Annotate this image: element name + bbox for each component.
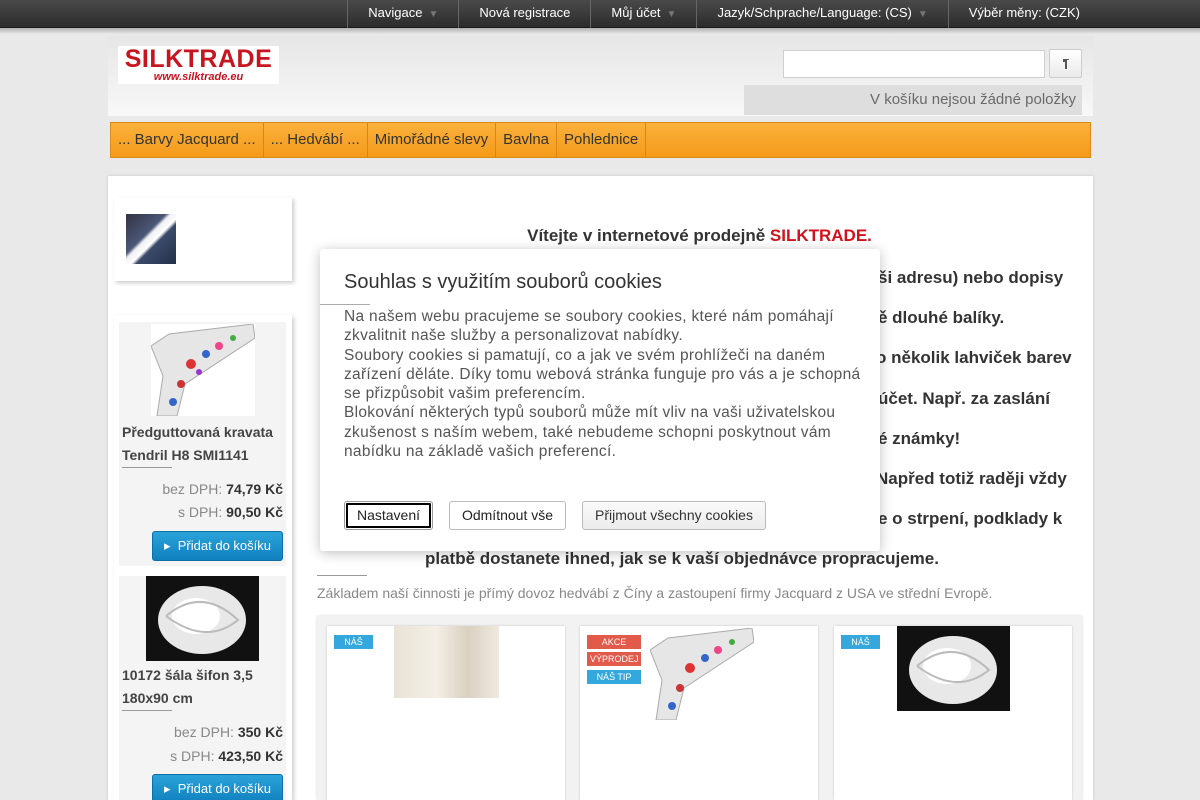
add-to-cart-button[interactable]: ▸ Přidat do košíku: [152, 774, 283, 800]
cookie-divider: [320, 304, 370, 305]
topnav-label: Nová registrace: [479, 5, 571, 20]
scarf-image: [158, 586, 246, 654]
category-bavlna[interactable]: Bavlna: [496, 123, 558, 157]
search-input[interactable]: [783, 50, 1045, 78]
topnav-label: Výběr měny: (CZK): [968, 5, 1080, 20]
price-net: bez DPH: 350 Kč: [174, 724, 283, 740]
category-bar: ... Barvy Jacquard ... ... Hedvábí ... M…: [110, 122, 1091, 158]
price-gross: s DPH: 423,50 Kč: [170, 748, 283, 764]
product-image[interactable]: [897, 626, 1010, 711]
welcome-text: Vítejte v internetové prodejně: [527, 226, 770, 245]
price-gross-value: 90,50 Kč: [226, 504, 283, 520]
price-gross-value: 423,50 Kč: [218, 748, 283, 764]
cart-icon: ▸: [164, 781, 178, 796]
content-line: platbě dostanete ihned, jak se k vaší ob…: [425, 549, 939, 568]
category-hedvabi[interactable]: ... Hedvábí ...: [264, 123, 368, 157]
content-line: e o strpení, podklady k: [878, 509, 1063, 528]
category-mimoradne-slevy[interactable]: Mimořádné slevy: [368, 123, 497, 157]
cookie-paragraph: Soubory cookies si pamatují, co a jak ve…: [344, 346, 861, 403]
cookie-accept-button[interactable]: Přijmout všechny cookies: [582, 501, 766, 530]
topnav-label: Navigace: [368, 5, 423, 20]
product-card[interactable]: AKCE VÝPRODEJ NÁŠ TIP: [580, 626, 818, 800]
content-line: é známky!: [878, 429, 961, 448]
tie-image: [649, 627, 755, 721]
add-to-cart-label: Přidat do košíku: [177, 538, 271, 553]
product-card[interactable]: NÁŠ TIP: [327, 626, 565, 800]
topnav-language[interactable]: Jazyk/Schprache/Language: (CS) ▼: [696, 0, 947, 28]
chevron-down-icon: ▼: [428, 9, 439, 20]
chevron-down-icon: ▼: [917, 9, 928, 20]
badge-tip: NÁŠ TIP: [334, 635, 373, 661]
cart-status[interactable]: V košíku nejsou žádné položky: [744, 85, 1082, 115]
sidebar-product: 10172 šála šifon 3,5 180x90 cm bez DPH: …: [119, 576, 286, 800]
site-logo[interactable]: SILKTRADE www.silktrade.eu: [118, 46, 279, 84]
topnav-label: Můj účet: [611, 5, 661, 20]
cookie-reject-button[interactable]: Odmítnout vše: [449, 501, 566, 530]
cookie-consent-dialog: Souhlas s využitím souborů cookies Na na…: [320, 249, 880, 551]
price-net-label: bez DPH:: [162, 481, 223, 497]
category-barvy-jacquard[interactable]: ... Barvy Jacquard ...: [111, 123, 264, 157]
badge-tip: NÁŠ TIP: [587, 670, 641, 684]
add-to-cart-label: Přidat do košíku: [177, 781, 271, 796]
content-divider: [317, 575, 367, 576]
content-line: ě dlouhé balíky.: [878, 308, 1005, 327]
cookie-paragraph: Na našem webu pracujeme se soubory cooki…: [344, 308, 834, 345]
product-image[interactable]: [394, 626, 499, 698]
welcome-brand: SILKTRADE.: [769, 226, 872, 245]
content-line: Napřed totiž raději vždy: [876, 469, 1067, 488]
cookie-paragraph: Blokování některých typů souborů může mí…: [344, 404, 836, 461]
topnav-registrace[interactable]: Nová registrace: [458, 0, 590, 28]
content-line: účet. Např. za zaslání: [878, 389, 1050, 408]
product-image[interactable]: [649, 627, 755, 721]
price-net: bez DPH: 74,79 Kč: [162, 481, 283, 497]
top-bar-shadow: [0, 28, 1200, 34]
category-pohlednice[interactable]: Pohlednice: [557, 123, 647, 157]
badge-vyprodej: VÝPRODEJ: [587, 652, 641, 666]
product-name[interactable]: Předguttovaná kravata Tendril H8 SMI1141: [122, 421, 282, 467]
search-button[interactable]: [1049, 49, 1082, 78]
product-name[interactable]: 10172 šála šifon 3,5 180x90 cm: [122, 664, 282, 710]
badge-akce: AKCE: [587, 635, 641, 649]
content-line: ši adresu) nebo dopisy: [878, 268, 1064, 287]
logo-name: SILKTRADE: [124, 45, 273, 73]
sidebar-product: Předguttovaná kravata Tendril H8 SMI1141…: [119, 322, 286, 566]
content-line: o několik lahviček barev: [876, 348, 1072, 367]
logo-url: www.silktrade.eu: [153, 71, 244, 83]
price-gross-label: s DPH:: [170, 748, 215, 764]
scarf-image: [909, 636, 997, 704]
price-net-value: 350 Kč: [237, 724, 283, 740]
search-icon: [1062, 58, 1069, 69]
price-gross-label: s DPH:: [177, 504, 223, 520]
content-footer-text: Základem naší činnosti je přímý dovoz he…: [317, 585, 993, 601]
sidebar-thumbnail[interactable]: [126, 214, 176, 264]
welcome-heading: Vítejte v internetové prodejně SILKTRADE…: [317, 226, 1082, 246]
product-card[interactable]: NÁŠ TIP: [834, 626, 1072, 800]
cookie-description: Na našem webu pracujeme se soubory cooki…: [344, 307, 864, 461]
topnav-muj-ucet[interactable]: Můj účet ▼: [590, 0, 696, 28]
badge-tip: NÁŠ TIP: [841, 635, 880, 661]
topnav-label: Jazyk/Schprache/Language: (CS): [717, 5, 912, 20]
topnav-currency[interactable]: Výběr měny: (CZK): [947, 0, 1100, 28]
product-image[interactable]: [151, 324, 255, 416]
topnav-navigace[interactable]: Navigace ▼: [347, 0, 458, 28]
cookie-title: Souhlas s využitím souborů cookies: [344, 271, 662, 293]
product-divider: [122, 710, 172, 711]
price-net-value: 74,79 Kč: [226, 481, 283, 497]
tie-image: [151, 324, 255, 416]
top-nav: Navigace ▼ Nová registrace Můj účet ▼ Jazy…: [347, 0, 1100, 28]
product-divider: [122, 467, 172, 468]
price-gross: s DPH: 90,50 Kč: [178, 504, 283, 520]
add-to-cart-button[interactable]: ▸ Přidat do košíku: [152, 531, 283, 561]
product-image[interactable]: [146, 576, 259, 661]
chevron-down-icon: ▼: [666, 9, 677, 20]
price-net-label: bez DPH:: [174, 724, 234, 740]
cart-icon: ▸: [164, 538, 178, 553]
cookie-settings-button[interactable]: Nastavení: [344, 501, 433, 530]
